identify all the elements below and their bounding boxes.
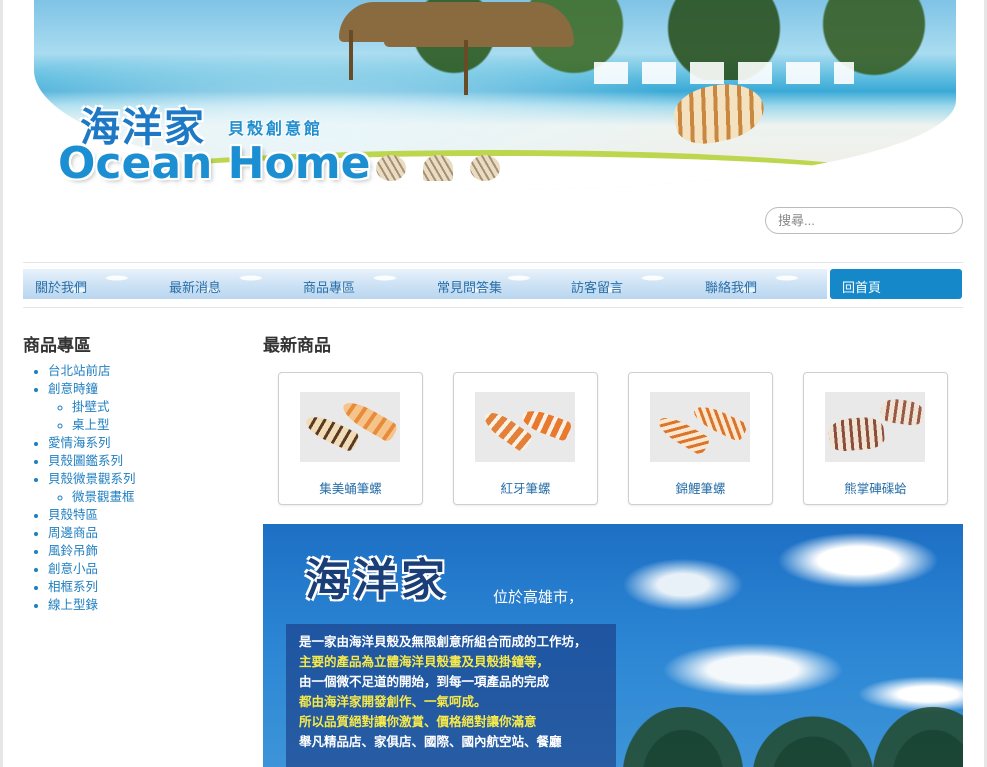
promo-text: 是一家由海洋貝殼及無限創意所組合而成的工作坊， 主要的產品為立體海洋貝殼畫及貝殼… [299, 632, 587, 752]
sidebar-item-landscape-frame[interactable]: 微景觀畫框 [72, 488, 136, 506]
shell-icon [376, 155, 406, 181]
shell-image [879, 397, 925, 427]
promo-line: 主要的產品為立體海洋貝殼畫及貝殼掛鐘等， [299, 655, 550, 669]
palm-silhouette [743, 707, 883, 767]
product-image[interactable] [475, 392, 575, 462]
sidebar-title: 商品專區 [23, 336, 91, 356]
product-image[interactable] [825, 392, 925, 462]
sidebar-item-micro-landscape[interactable]: 貝殼微景觀系列 [48, 470, 136, 488]
product-name[interactable]: 錦鯉筆螺 [629, 478, 772, 497]
sidebar-item-creative-clocks[interactable]: 創意時鐘 [48, 380, 136, 398]
site-banner: 海洋家 貝殼創意館 Ocean Home [28, 0, 960, 195]
promo-line: 所以品質絕對讓你激賞、價格絕對讓你滿意 [299, 715, 537, 729]
nav-item-guestbook[interactable]: 訪客留言 [559, 269, 693, 299]
sidebar-item-aegean-series[interactable]: 愛情海系列 [48, 434, 136, 452]
logo-english: Ocean Home [58, 138, 371, 189]
nav-item-faq[interactable]: 常見問答集 [425, 269, 559, 299]
sidebar-item-online-catalog[interactable]: 線上型錄 [48, 596, 136, 614]
nav-divider-top [23, 262, 963, 263]
product-card[interactable]: 熊掌硨磲蛤 [803, 372, 948, 505]
product-name[interactable]: 熊掌硨磲蛤 [804, 478, 947, 497]
product-card[interactable]: 集美蛹筆螺 [278, 372, 423, 505]
logo-subtitle: 貝殼創意館 [228, 119, 324, 138]
nav-item-contact[interactable]: 聯絡我們 [693, 269, 827, 299]
beach-chairs [594, 62, 854, 84]
nav-item-about[interactable]: 關於我們 [23, 269, 157, 299]
latest-products-title: 最新商品 [263, 336, 331, 356]
product-card[interactable]: 紅牙筆螺 [453, 372, 598, 505]
product-image[interactable] [650, 392, 750, 462]
promo-line: 由一個微不足道的開始，到每一項產品的完成 [299, 675, 550, 689]
sidebar-item-shell-guide[interactable]: 貝殼圖鑑系列 [48, 452, 136, 470]
promo-line: 舉凡精品店、家俱店、國際、國內航空站、餐廳 [299, 735, 562, 749]
sidebar-item-creative-gifts[interactable]: 創意小品 [48, 560, 136, 578]
sidebar-item-wind-chimes[interactable]: 風鈴吊飾 [48, 542, 136, 560]
nav-item-news[interactable]: 最新消息 [157, 269, 291, 299]
promo-line: 都由海洋家開發創作、一氣呵成。 [299, 695, 487, 709]
shell-icon [423, 155, 453, 181]
promo-title: 海洋家 [305, 555, 449, 606]
product-list: 集美蛹筆螺 紅牙筆螺 錦鯉筆螺 熊掌硨磲蛤 [278, 372, 958, 506]
thatched-umbrella [384, 2, 574, 47]
shell-icon [470, 155, 500, 181]
nav-item-home[interactable]: 回首頁 [830, 269, 962, 299]
conch-shell [669, 76, 769, 150]
sidebar-menu: 台北站前店 創意時鐘 掛壁式 桌上型 愛情海系列 貝殼圖鑑系列 貝殼微景觀系列 … [48, 362, 136, 614]
product-name[interactable]: 集美蛹筆螺 [279, 478, 422, 497]
sidebar-item-merchandise[interactable]: 周邊商品 [48, 524, 136, 542]
product-name[interactable]: 紅牙筆螺 [454, 478, 597, 497]
nav-item-products[interactable]: 商品專區 [291, 269, 425, 299]
palm-silhouette [623, 707, 743, 767]
product-card[interactable]: 錦鯉筆螺 [628, 372, 773, 505]
product-image[interactable] [300, 392, 400, 462]
umbrella-pole [349, 30, 353, 80]
shell-image [827, 415, 886, 453]
sidebar-item-photo-frames[interactable]: 相框系列 [48, 578, 136, 596]
umbrella-pole [464, 40, 468, 95]
sidebar-item-taipei-store[interactable]: 台北站前店 [48, 362, 136, 380]
sidebar-item-shell-zone[interactable]: 貝殼特區 [48, 506, 136, 524]
promo-banner: 海洋家 位於高雄市， 是一家由海洋貝殼及無限創意所組合而成的工作坊， 主要的產品… [263, 524, 963, 767]
nav-divider-bottom [23, 307, 963, 308]
search-input[interactable] [765, 207, 963, 234]
main-nav: 關於我們 最新消息 商品專區 常見問答集 訪客留言 聯絡我們 回首頁 [23, 269, 963, 299]
palm-silhouette [873, 707, 963, 767]
promo-line: 是一家由海洋貝殼及無限創意所組合而成的工作坊， [299, 635, 587, 649]
sidebar-item-desktop[interactable]: 桌上型 [72, 416, 136, 434]
sidebar-item-wall-mounted[interactable]: 掛壁式 [72, 398, 136, 416]
promo-tagline: 位於高雄市， [493, 589, 584, 606]
